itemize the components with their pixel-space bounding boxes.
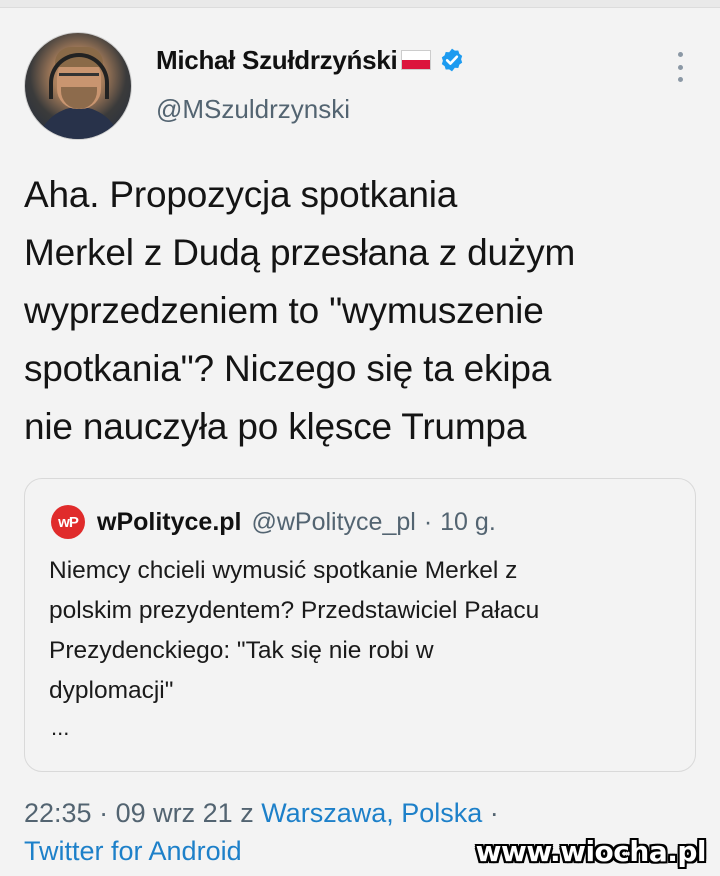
wpolityce-logo-icon[interactable]: wP	[51, 505, 85, 539]
quoted-author-name[interactable]: wPolityce.pl	[97, 508, 241, 537]
more-options-icon[interactable]	[674, 52, 686, 82]
tweet-text-line: spotkania"? Niczego się ta ekipa	[24, 348, 552, 389]
separator-dot: ·	[99, 798, 109, 828]
source-app-link[interactable]: Twitter for Android	[24, 836, 242, 866]
separator-dot: ·	[423, 507, 433, 536]
tweet-text-line: Merkel z Dudą przesłana z dużym	[24, 232, 576, 273]
quoted-text-line: dyplomacji"	[49, 677, 174, 704]
tweet-text: Aha. Propozycja spotkania Merkel z Dudą …	[24, 166, 696, 456]
tweet-header: Michał Szułdrzyński @MSzuldrzynski	[24, 30, 696, 142]
quoted-tweet-time: 10 g.	[440, 507, 496, 536]
name-row: Michał Szułdrzyński	[156, 42, 465, 78]
tweet-text-line: wyprzedzeniem to "wymuszenie	[24, 290, 544, 331]
quoted-text-line: Prezydenckiego: "Tak się nie robi w	[49, 637, 434, 664]
from-label: z	[240, 798, 254, 828]
quoted-text-ellipsis: ...	[51, 715, 70, 740]
quoted-text-line: polskim prezydentem? Przedstawiciel Pała…	[49, 597, 540, 624]
quoted-text-line: Niemcy chcieli wymusić spotkanie Merkel …	[49, 557, 518, 584]
top-divider	[0, 0, 720, 8]
poland-flag-icon	[401, 50, 432, 70]
quoted-tweet-card[interactable]: wP wPolityce.pl @wPolityce_pl · 10 g. Ni…	[24, 478, 696, 772]
location-link[interactable]: Warszawa, Polska	[261, 798, 482, 828]
tweet-text-line: nie nauczyła po klęsce Trumpa	[24, 406, 527, 447]
quoted-tweet-text: Niemcy chcieli wymusić spotkanie Merkel …	[49, 551, 669, 711]
watermark: www.wiocha.pl	[475, 835, 707, 868]
quoted-author-handle: @wPolityce_pl	[251, 507, 416, 536]
tweet-text-line: Aha. Propozycja spotkania	[24, 174, 458, 215]
tweet-date: 09 wrz 21	[115, 798, 233, 828]
avatar[interactable]	[24, 32, 132, 140]
author-display-name[interactable]: Michał Szułdrzyński	[156, 45, 398, 76]
verified-badge-icon	[442, 48, 463, 72]
author-handle[interactable]: @MSzuldrzynski	[156, 94, 350, 125]
tweet-time: 22:35	[24, 798, 92, 828]
separator-dot: ·	[489, 798, 499, 828]
quoted-tweet-header: wP wPolityce.pl @wPolityce_pl · 10 g.	[51, 505, 496, 539]
